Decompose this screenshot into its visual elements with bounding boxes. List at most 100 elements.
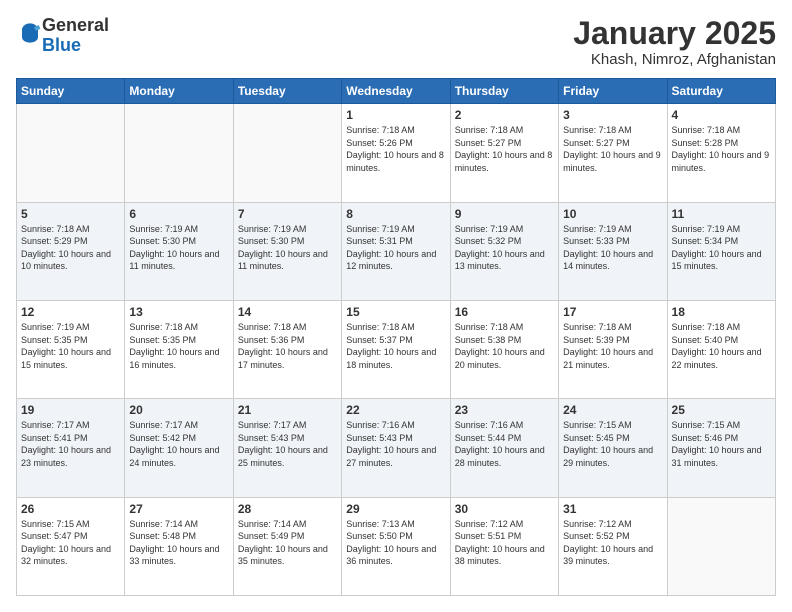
calendar-cell: 20Sunrise: 7:17 AM Sunset: 5:42 PM Dayli… (125, 399, 233, 497)
calendar-cell: 12 Sunrise: 7:19 AM Sunset: 5:35 PM Dayli… (17, 300, 125, 398)
calendar-header-thursday: Thursday (450, 79, 558, 104)
day-info: Sunrise: 7:15 AM Sunset: 5:47 PM Dayligh… (21, 518, 120, 568)
calendar-cell: 24 Sunrise: 7:15 AM Sunset: 5:45 PM Dayli… (559, 399, 667, 497)
calendar-cell: 26 Sunrise: 7:15 AM Sunset: 5:47 PM Dayli… (17, 497, 125, 595)
calendar-header-sunday: Sunday (17, 79, 125, 104)
calendar-cell: 13 Sunrise: 7:18 AM Sunset: 5:35 PM Dayli… (125, 300, 233, 398)
day-number: 30 (455, 502, 554, 516)
calendar-cell: 7 Sunrise: 7:19 AM Sunset: 5:30 PM Daylig… (233, 202, 341, 300)
day-number: 24 (563, 403, 662, 417)
day-number: 8 (346, 207, 445, 221)
day-info: Sunrise: 7:15 AM Sunset: 5:45 PM Dayligh… (563, 419, 662, 469)
day-info: Sunrise: 7:18 AM Sunset: 5:35 PM Dayligh… (129, 321, 228, 371)
day-number: 22 (346, 403, 445, 417)
day-info: Sunrise: 7:19 AM Sunset: 5:31 PM Dayligh… (346, 223, 445, 273)
calendar-cell: 8 Sunrise: 7:19 AM Sunset: 5:31 PM Daylig… (342, 202, 450, 300)
calendar-cell: 30 Sunrise: 7:12 AM Sunset: 5:51 PM Dayli… (450, 497, 558, 595)
day-number: 17 (563, 305, 662, 319)
day-number: 31 (563, 502, 662, 516)
day-number: 7 (238, 207, 337, 221)
calendar-cell: 15 Sunrise: 7:18 AM Sunset: 5:37 PM Dayli… (342, 300, 450, 398)
day-info: Sunrise: 7:18 AM Sunset: 5:26 PM Dayligh… (346, 124, 445, 174)
calendar-cell: 11Sunrise: 7:19 AM Sunset: 5:34 PM Dayli… (667, 202, 775, 300)
day-info: Sunrise: 7:13 AM Sunset: 5:50 PM Dayligh… (346, 518, 445, 568)
day-number: 28 (238, 502, 337, 516)
calendar-header-row: SundayMondayTuesdayWednesdayThursdayFrid… (17, 79, 776, 104)
day-number: 13 (129, 305, 228, 319)
day-info: Sunrise: 7:19 AM Sunset: 5:30 PM Dayligh… (129, 223, 228, 273)
day-number: 12 (21, 305, 120, 319)
day-info: Sunrise: 7:18 AM Sunset: 5:27 PM Dayligh… (455, 124, 554, 174)
day-info: Sunrise: 7:18 AM Sunset: 5:37 PM Dayligh… (346, 321, 445, 371)
calendar-cell: 19Sunrise: 7:17 AM Sunset: 5:41 PM Dayli… (17, 399, 125, 497)
calendar-week-row: 26 Sunrise: 7:15 AM Sunset: 5:47 PM Dayli… (17, 497, 776, 595)
day-number: 23 (455, 403, 554, 417)
day-info: Sunrise: 7:17 AM Sunset: 5:41 PM Dayligh… (21, 419, 120, 469)
day-info: Sunrise: 7:14 AM Sunset: 5:49 PM Dayligh… (238, 518, 337, 568)
day-info: Sunrise: 7:18 AM Sunset: 5:29 PM Dayligh… (21, 223, 120, 273)
calendar-header-monday: Monday (125, 79, 233, 104)
calendar-cell: 17Sunrise: 7:18 AM Sunset: 5:39 PM Dayli… (559, 300, 667, 398)
day-number: 18 (672, 305, 771, 319)
calendar-cell: 3 Sunrise: 7:18 AM Sunset: 5:27 PM Daylig… (559, 104, 667, 202)
day-number: 2 (455, 108, 554, 122)
day-info: Sunrise: 7:18 AM Sunset: 5:27 PM Dayligh… (563, 124, 662, 174)
calendar-cell: 6Sunrise: 7:19 AM Sunset: 5:30 PM Daylig… (125, 202, 233, 300)
day-info: Sunrise: 7:18 AM Sunset: 5:28 PM Dayligh… (672, 124, 771, 174)
day-info: Sunrise: 7:12 AM Sunset: 5:52 PM Dayligh… (563, 518, 662, 568)
day-info: Sunrise: 7:19 AM Sunset: 5:30 PM Dayligh… (238, 223, 337, 273)
day-number: 1 (346, 108, 445, 122)
calendar-cell: 23 Sunrise: 7:16 AM Sunset: 5:44 PM Dayli… (450, 399, 558, 497)
calendar-cell: 25Sunrise: 7:15 AM Sunset: 5:46 PM Dayli… (667, 399, 775, 497)
day-number: 3 (563, 108, 662, 122)
day-number: 14 (238, 305, 337, 319)
day-info: Sunrise: 7:18 AM Sunset: 5:36 PM Dayligh… (238, 321, 337, 371)
day-info: Sunrise: 7:18 AM Sunset: 5:40 PM Dayligh… (672, 321, 771, 371)
day-number: 27 (129, 502, 228, 516)
day-number: 16 (455, 305, 554, 319)
day-info: Sunrise: 7:14 AM Sunset: 5:48 PM Dayligh… (129, 518, 228, 568)
calendar-week-row: 5Sunrise: 7:18 AM Sunset: 5:29 PM Daylig… (17, 202, 776, 300)
day-number: 4 (672, 108, 771, 122)
calendar-header-friday: Friday (559, 79, 667, 104)
calendar-cell (17, 104, 125, 202)
day-info: Sunrise: 7:19 AM Sunset: 5:32 PM Dayligh… (455, 223, 554, 273)
day-number: 29 (346, 502, 445, 516)
calendar-cell (667, 497, 775, 595)
calendar-header-wednesday: Wednesday (342, 79, 450, 104)
day-number: 10 (563, 207, 662, 221)
day-info: Sunrise: 7:16 AM Sunset: 5:43 PM Dayligh… (346, 419, 445, 469)
calendar-cell: 14 Sunrise: 7:18 AM Sunset: 5:36 PM Dayli… (233, 300, 341, 398)
day-info: Sunrise: 7:19 AM Sunset: 5:35 PM Dayligh… (21, 321, 120, 371)
logo-blue-text: Blue (42, 35, 81, 55)
title-block: January 2025 Khash, Nimroz, Afghanistan (573, 16, 776, 68)
day-info: Sunrise: 7:17 AM Sunset: 5:43 PM Dayligh… (238, 419, 337, 469)
calendar-week-row: 1 Sunrise: 7:18 AM Sunset: 5:26 PM Daylig… (17, 104, 776, 202)
calendar-header-tuesday: Tuesday (233, 79, 341, 104)
calendar-cell: 4 Sunrise: 7:18 AM Sunset: 5:28 PM Daylig… (667, 104, 775, 202)
calendar-cell (233, 104, 341, 202)
logo: General Blue (16, 16, 109, 56)
calendar-cell: 22 Sunrise: 7:16 AM Sunset: 5:43 PM Dayli… (342, 399, 450, 497)
month-title: January 2025 (573, 16, 776, 51)
calendar-cell: 16 Sunrise: 7:18 AM Sunset: 5:38 PM Dayli… (450, 300, 558, 398)
logo-icon (18, 21, 42, 45)
day-number: 9 (455, 207, 554, 221)
calendar-cell: 21Sunrise: 7:17 AM Sunset: 5:43 PM Dayli… (233, 399, 341, 497)
calendar-cell: 31 Sunrise: 7:12 AM Sunset: 5:52 PM Dayli… (559, 497, 667, 595)
calendar-cell: 28 Sunrise: 7:14 AM Sunset: 5:49 PM Dayli… (233, 497, 341, 595)
calendar-week-row: 12 Sunrise: 7:19 AM Sunset: 5:35 PM Dayli… (17, 300, 776, 398)
calendar-cell: 10Sunrise: 7:19 AM Sunset: 5:33 PM Dayli… (559, 202, 667, 300)
day-number: 26 (21, 502, 120, 516)
location: Khash, Nimroz, Afghanistan (573, 51, 776, 68)
day-info: Sunrise: 7:12 AM Sunset: 5:51 PM Dayligh… (455, 518, 554, 568)
day-number: 20 (129, 403, 228, 417)
day-info: Sunrise: 7:15 AM Sunset: 5:46 PM Dayligh… (672, 419, 771, 469)
header: General Blue January 2025 Khash, Nimroz,… (16, 16, 776, 68)
calendar-cell: 1 Sunrise: 7:18 AM Sunset: 5:26 PM Daylig… (342, 104, 450, 202)
day-number: 15 (346, 305, 445, 319)
day-info: Sunrise: 7:18 AM Sunset: 5:38 PM Dayligh… (455, 321, 554, 371)
calendar-cell: 18 Sunrise: 7:18 AM Sunset: 5:40 PM Dayli… (667, 300, 775, 398)
calendar-cell: 5Sunrise: 7:18 AM Sunset: 5:29 PM Daylig… (17, 202, 125, 300)
day-info: Sunrise: 7:16 AM Sunset: 5:44 PM Dayligh… (455, 419, 554, 469)
